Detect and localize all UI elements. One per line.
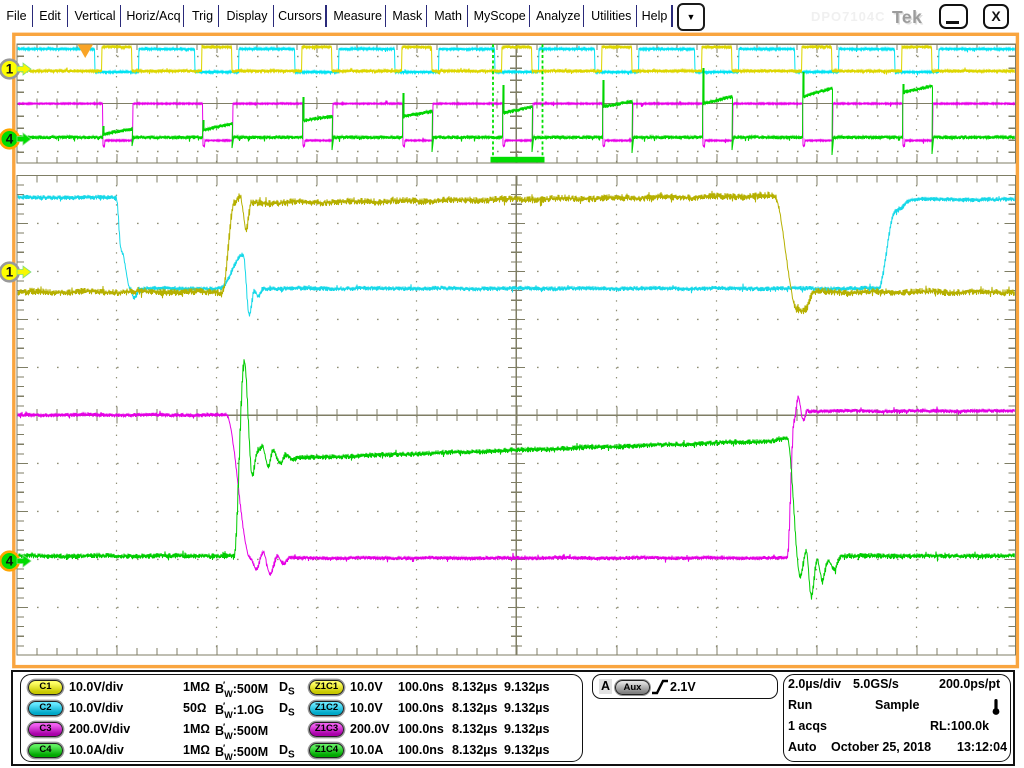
svg-text:4: 4 bbox=[6, 554, 14, 569]
svg-text:1: 1 bbox=[6, 265, 14, 280]
svg-text:1: 1 bbox=[6, 62, 14, 77]
svg-text:4: 4 bbox=[6, 132, 14, 147]
